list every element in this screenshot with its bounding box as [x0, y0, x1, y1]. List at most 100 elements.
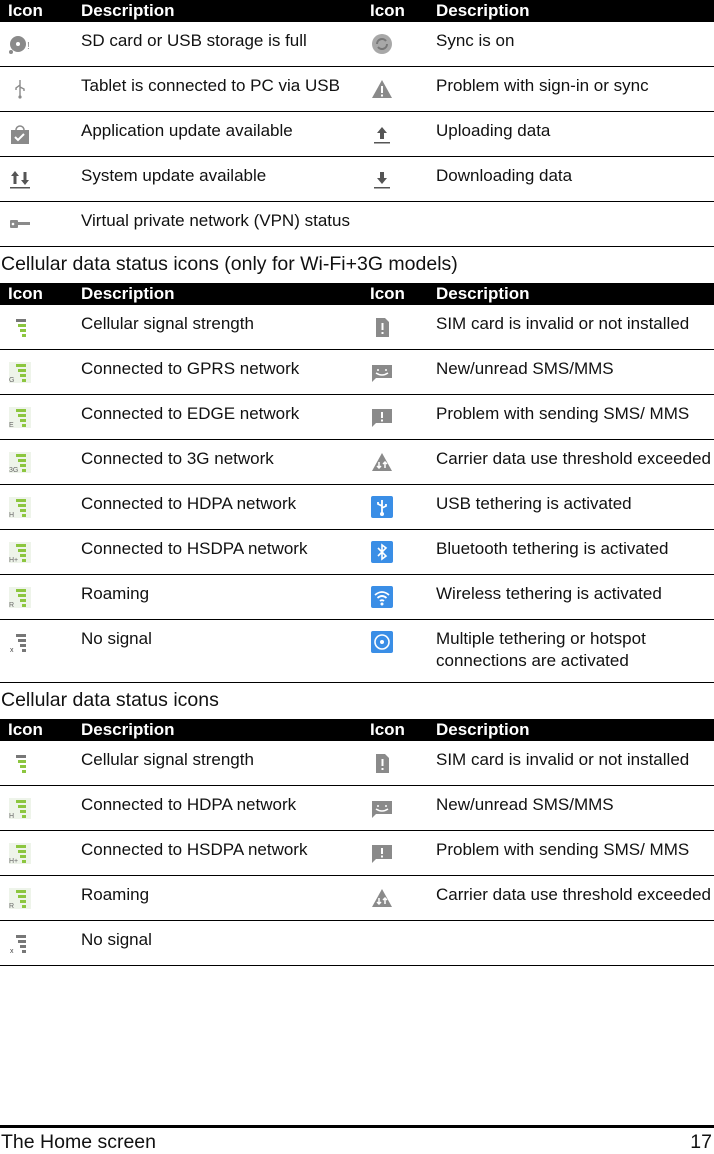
table-header-row: Icon Description Icon Description	[0, 0, 714, 22]
description-cell: Problem with sending SMS/ MMS	[436, 394, 714, 440]
column-header-icon: Icon	[370, 284, 405, 303]
signal-roaming-icon: R	[8, 886, 81, 910]
icon-cell	[362, 920, 436, 966]
description-cell: SIM card is invalid or not installed	[436, 305, 714, 350]
footer-rule	[0, 1125, 714, 1128]
svg-text:3G: 3G	[9, 467, 18, 474]
description-cell: Uploading data	[436, 111, 714, 157]
svg-text:R: R	[9, 602, 14, 609]
wifi-tethering-icon	[370, 585, 436, 609]
icon-cell: H+	[0, 529, 81, 575]
svg-text:H+: H+	[9, 858, 18, 865]
description-cell: Virtual private network (VPN) status	[81, 201, 362, 247]
description-cell: USB tethering is activated	[436, 484, 714, 530]
description-cell: Connected to EDGE network	[81, 394, 362, 440]
signal-edge-icon: E	[8, 405, 81, 429]
svg-text:x: x	[10, 647, 14, 654]
icon-cell: !	[0, 22, 81, 67]
svg-text:R: R	[9, 903, 14, 910]
signal-hsdpa-icon: H+	[8, 540, 81, 564]
icon-cell	[362, 66, 436, 112]
sync-icon	[370, 32, 436, 56]
table-row: x No signal	[0, 920, 714, 966]
column-header-icon: Icon	[8, 1, 43, 20]
signal-3g-icon: 3G	[8, 450, 81, 474]
icon-cell	[362, 156, 436, 202]
icon-cell: x	[0, 920, 81, 966]
signal-gprs-icon: G	[8, 360, 81, 384]
section-title: Cellular data status icons (only for Wi-…	[1, 253, 458, 275]
description-cell: New/unread SMS/MMS	[436, 349, 714, 395]
usb-icon	[8, 77, 81, 101]
sms-problem-icon	[370, 841, 436, 865]
description-cell: New/unread SMS/MMS	[436, 785, 714, 831]
description-cell: Roaming	[81, 875, 362, 921]
icon-cell	[0, 201, 81, 247]
download-icon	[370, 167, 436, 191]
svg-text:H+: H+	[9, 557, 18, 564]
table-row: Cellular signal strength SIM card is inv…	[0, 305, 714, 350]
column-header-description: Description	[81, 720, 175, 739]
table-header-row: Icon Description Icon Description	[0, 719, 714, 741]
description-cell: Roaming	[81, 574, 362, 620]
description-cell: Sync is on	[436, 22, 714, 67]
icon-cell: E	[0, 394, 81, 440]
icon-cell	[0, 156, 81, 202]
table-row: R Roaming Carrier data use threshold exc…	[0, 875, 714, 921]
description-cell: No signal	[81, 920, 362, 966]
sim-invalid-icon	[370, 315, 436, 339]
section-title: Cellular data status icons	[1, 689, 219, 711]
data-threshold-icon	[370, 450, 436, 474]
column-header-icon: Icon	[370, 720, 405, 739]
description-cell: Wireless tethering is activated	[436, 574, 714, 620]
description-cell: No signal	[81, 619, 362, 683]
signal-hdpa-icon: H	[8, 796, 81, 820]
vpn-key-icon	[8, 212, 81, 236]
description-cell: System update available	[81, 156, 362, 202]
icon-cell: H	[0, 785, 81, 831]
sim-invalid-icon	[370, 751, 436, 775]
data-threshold-icon	[370, 886, 436, 910]
icon-cell	[362, 201, 436, 247]
icon-cell: x	[0, 619, 81, 683]
table-row: H Connected to HDPA network New/unread S…	[0, 785, 714, 831]
description-cell: SIM card is invalid or not installed	[436, 741, 714, 786]
description-cell: Problem with sending SMS/ MMS	[436, 830, 714, 876]
description-cell: Problem with sign-in or sync	[436, 66, 714, 112]
icon-cell	[0, 741, 81, 786]
svg-text:x: x	[10, 948, 14, 955]
svg-text:G: G	[9, 377, 14, 384]
signal-hsdpa-icon: H+	[8, 841, 81, 865]
column-header-description: Description	[436, 720, 530, 739]
description-cell: Connected to HSDPA network	[81, 529, 362, 575]
warning-icon	[370, 77, 436, 101]
table-row: H+ Connected to HSDPA network Bluetooth …	[0, 529, 714, 575]
sms-problem-icon	[370, 405, 436, 429]
description-cell: Carrier data use threshold exceeded	[436, 875, 714, 921]
no-signal-icon: x	[8, 630, 81, 654]
table-row: E Connected to EDGE network Problem with…	[0, 394, 714, 440]
signal-roaming-icon: R	[8, 585, 81, 609]
description-cell	[436, 201, 714, 247]
upload-icon	[370, 122, 436, 146]
icon-cell	[362, 619, 436, 683]
table-row: R Roaming Wireless tethering is activate…	[0, 574, 714, 620]
svg-text:H: H	[9, 512, 14, 519]
table-header-row: Icon Description Icon Description	[0, 283, 714, 305]
signal-hdpa-icon: H	[8, 495, 81, 519]
icon-cell	[0, 66, 81, 112]
document-page: Icon Description Icon Description ! SD c…	[0, 0, 714, 966]
column-header-description: Description	[436, 1, 530, 20]
description-cell: Cellular signal strength	[81, 305, 362, 350]
table-row: System update available Downloading data	[0, 156, 714, 202]
sms-new-icon	[370, 796, 436, 820]
description-cell	[436, 920, 714, 966]
sd-card-full-icon: !	[8, 32, 81, 56]
table-row: x No signal Multiple tethering or hotspo…	[0, 619, 714, 683]
icon-cell	[362, 484, 436, 530]
icon-cell	[362, 529, 436, 575]
table-row: ! SD card or USB storage is full Sync is…	[0, 22, 714, 67]
column-header-description: Description	[436, 284, 530, 303]
icon-cell	[362, 349, 436, 395]
icon-cell	[362, 875, 436, 921]
